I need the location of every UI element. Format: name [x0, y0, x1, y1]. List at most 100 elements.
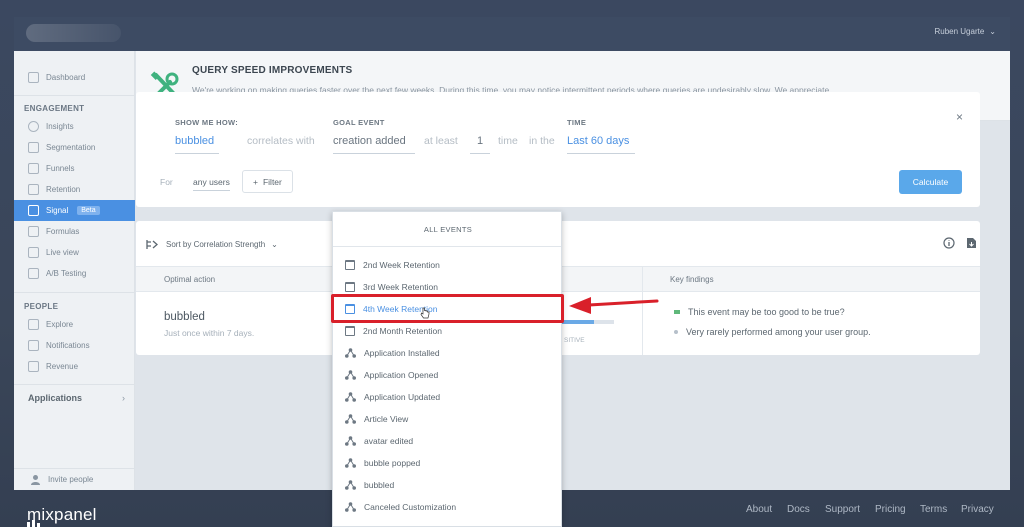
sort-icon	[146, 240, 158, 249]
sidebar-item-label: Signal	[46, 206, 69, 215]
chevron-down-icon: ⌄	[271, 240, 278, 249]
event-option[interactable]: bubble popped	[345, 453, 555, 473]
user-menu[interactable]: Ruben Ugarte ⌄	[934, 27, 996, 36]
top-bar: Ruben Ugarte ⌄	[14, 17, 1010, 51]
time-range-select[interactable]: Last 60 days	[567, 135, 629, 147]
calendar-icon	[345, 260, 355, 270]
footer-link-docs[interactable]: Docs	[787, 504, 810, 515]
time-label: TIME	[567, 118, 587, 127]
divider	[14, 95, 135, 96]
divider	[14, 292, 135, 293]
sidebar-item-segmentation[interactable]: Segmentation	[14, 137, 135, 158]
event-option-label: Article View	[364, 414, 409, 424]
sidebar-item-revenue[interactable]: Revenue	[14, 356, 135, 377]
event-icon	[345, 458, 356, 468]
sidebar-item-retention[interactable]: Retention	[14, 179, 135, 200]
user-name[interactable]: Ruben Ugarte	[934, 27, 984, 36]
query-card: SHOW ME HOW: bubbled correlates with GOA…	[136, 92, 980, 207]
divider	[333, 246, 561, 247]
retention-icon	[28, 184, 39, 195]
dropdown-title: ALL EVENTS	[423, 225, 473, 234]
sidebar-item-insights[interactable]: Insights	[14, 116, 135, 137]
event-option[interactable]: Application Opened	[345, 365, 555, 385]
calculate-button[interactable]: Calculate	[899, 170, 962, 194]
engagement-header: ENGAGEMENT	[24, 104, 85, 113]
event-option[interactable]: Article View	[345, 409, 555, 429]
footer-link-support[interactable]: Support	[825, 504, 860, 515]
event-option[interactable]: Application Installed	[345, 343, 555, 363]
users-select[interactable]: any users	[193, 177, 230, 191]
count-input[interactable]: 1	[477, 135, 483, 147]
chevron-right-icon: ›	[122, 393, 125, 403]
close-icon[interactable]: ×	[956, 110, 963, 124]
mixpanel-logo-mark	[27, 520, 40, 527]
event-option-label: 2nd Month Retention	[363, 326, 442, 336]
event-option-label: Application Opened	[364, 370, 439, 380]
filter-button[interactable]: + Filter	[242, 170, 293, 193]
sidebar-item-label: Segmentation	[46, 143, 96, 152]
event-icon	[345, 414, 356, 424]
column-optimal-action: Optimal action	[164, 275, 216, 284]
goal-event-select[interactable]: creation added	[333, 135, 406, 147]
finding-item: Very rarely performed among your user gr…	[674, 327, 871, 337]
applications-label: Applications	[28, 393, 83, 403]
footer-link-terms[interactable]: Terms	[920, 504, 947, 515]
footer-link-privacy[interactable]: Privacy	[961, 504, 994, 515]
sidebar-item-a-b-testing[interactable]: A/B Testing	[14, 263, 135, 284]
event-option-label: 2nd Week Retention	[363, 260, 440, 270]
finding-text: This event may be too good to be true?	[688, 307, 845, 317]
show-me-how-select[interactable]: bubbled	[175, 135, 214, 147]
underline	[470, 153, 490, 154]
sidebar-item-live-view[interactable]: Live view	[14, 242, 135, 263]
sidebar-item-dashboard[interactable]: Dashboard	[14, 67, 135, 88]
highlight-box	[331, 294, 564, 323]
event-icon	[345, 436, 356, 446]
sidebar-item-applications[interactable]: Applications ›	[14, 386, 135, 410]
sidebar-item-label: Revenue	[46, 362, 79, 371]
sidebar-item-explore[interactable]: Explore	[14, 314, 135, 335]
sidebar-item-funnels[interactable]: Funnels	[14, 158, 135, 179]
sidebar-item-label: Notifications	[46, 341, 90, 350]
sort-control[interactable]: Sort by Correlation Strength ⌄	[146, 239, 278, 250]
event-icon	[345, 392, 356, 402]
event-option[interactable]: bubbled	[345, 475, 555, 495]
sidebar-item-label: A/B Testing	[46, 269, 87, 278]
event-option[interactable]: 2nd Week Retention	[345, 255, 555, 275]
grey-dot-icon	[674, 330, 678, 334]
beta-badge: Beta	[77, 206, 100, 215]
notice-title: QUERY SPEED IMPROVEMENTS	[192, 65, 353, 76]
hand-cursor-icon	[420, 307, 430, 319]
sidebar-item-label: Live view	[46, 248, 79, 257]
invite-label: Invite people	[48, 475, 94, 484]
sidebar-item-signal[interactable]: Signal Beta	[14, 200, 135, 221]
event-icon	[345, 480, 356, 490]
underline	[175, 153, 219, 154]
sidebar-item-label: Insights	[46, 122, 74, 131]
calendar-icon	[345, 282, 355, 292]
event-option-label: Application Updated	[364, 392, 441, 402]
funnels-icon	[28, 163, 39, 174]
event-option-label: bubble popped	[364, 458, 421, 468]
formulas-icon	[28, 226, 39, 237]
footer-link-pricing[interactable]: Pricing	[875, 504, 906, 515]
project-selector-blurred[interactable]	[26, 24, 121, 42]
info-icon[interactable]	[943, 237, 955, 249]
underline	[567, 153, 635, 154]
event-option-label: bubbled	[364, 480, 395, 490]
sidebar-item-formulas[interactable]: Formulas	[14, 221, 135, 242]
person-icon	[31, 475, 40, 485]
event-option[interactable]: Application Updated	[345, 387, 555, 407]
footer-link-about[interactable]: About	[746, 504, 772, 515]
invite-people-button[interactable]: Invite people	[14, 468, 135, 490]
event-option[interactable]: Canceled Customization	[345, 497, 555, 517]
events-dropdown: ALL EVENTS 2nd Week Retention 3rd Week Re…	[332, 211, 562, 527]
event-option-label: 3rd Week Retention	[363, 282, 438, 292]
event-option[interactable]: avatar edited	[345, 431, 555, 451]
at-least-text: at least	[424, 135, 458, 147]
export-icon[interactable]	[966, 237, 977, 249]
green-dot-icon	[674, 310, 680, 314]
sidebar-item-notifications[interactable]: Notifications	[14, 335, 135, 356]
event-option[interactable]: 2nd Month Retention	[345, 321, 555, 341]
event-option-label: avatar edited	[364, 436, 414, 446]
red-arrow-icon	[569, 297, 659, 314]
